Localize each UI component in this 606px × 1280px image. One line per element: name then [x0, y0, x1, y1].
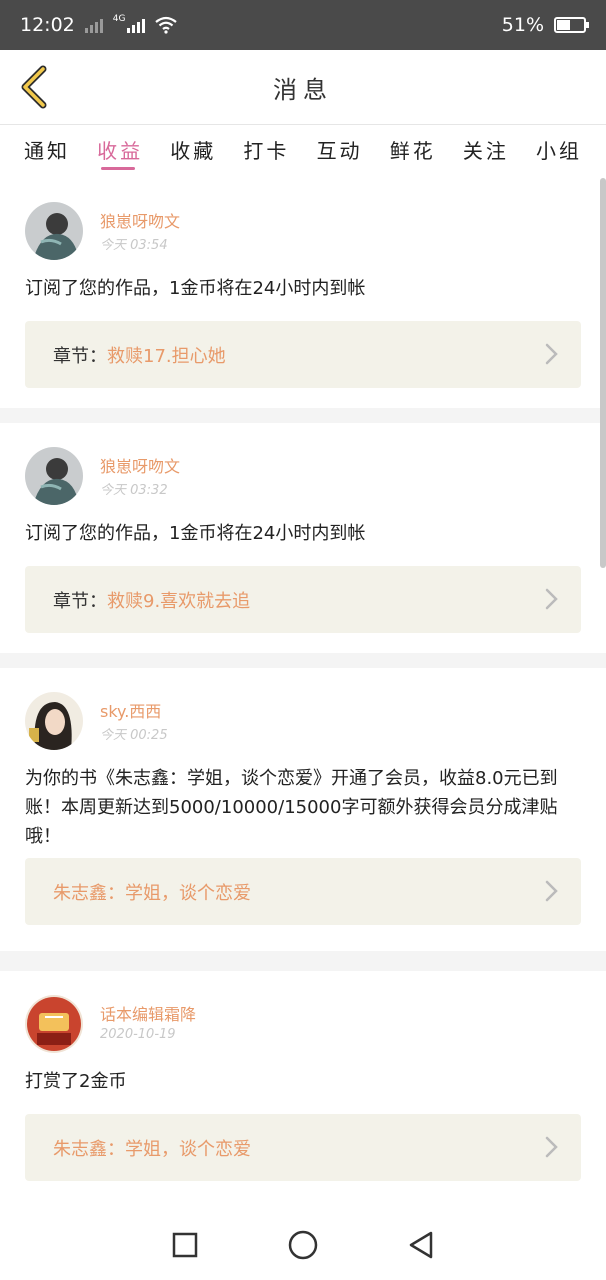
message-text: 为你的书《朱志鑫：学姐，谈个恋爱》开通了会员，收益8.0元已到账！本周更新达到5…: [25, 768, 558, 847]
tab-label: 互动: [316, 139, 363, 163]
link-title: 救赎9.喜欢就去追: [107, 590, 251, 612]
status-bar: 12:02 4G 51%: [0, 0, 606, 50]
message-card: 狼崽呀吻文今天 03:54 订阅了您的作品，1金币将在24小时内到帐章节： 救赎17…: [0, 178, 606, 408]
sender-name[interactable]: 话本编辑霜降: [100, 1001, 196, 1025]
active-tab-indicator: [101, 167, 136, 170]
tab-label: 收益: [97, 139, 144, 163]
linked-item[interactable]: 章节： 救赎9.喜欢就去追: [25, 566, 581, 633]
message-time: 今天 00:25: [100, 728, 168, 743]
battery-percent: 51%: [501, 14, 544, 36]
link-title: 救赎17.担心她: [107, 345, 226, 367]
tab-5[interactable]: 鲜花: [390, 125, 436, 178]
tab-label: 小组: [535, 139, 582, 163]
home-button[interactable]: [287, 1229, 319, 1261]
tab-label: 收藏: [170, 139, 217, 163]
sender-name[interactable]: 狼崽呀吻文: [100, 453, 180, 477]
chevron-right-icon: [545, 588, 558, 610]
tab-4[interactable]: 互动: [317, 125, 363, 178]
system-nav-bar: [0, 1210, 606, 1280]
chevron-right-icon: [545, 880, 558, 902]
tab-label: 通知: [24, 139, 70, 163]
tab-7[interactable]: 小组: [536, 125, 582, 178]
link-title: 朱志鑫：学姐，谈个恋爱: [53, 882, 251, 904]
tab-1[interactable]: 收益: [97, 125, 143, 178]
tab-2[interactable]: 收藏: [170, 125, 216, 178]
avatar[interactable]: [25, 202, 83, 260]
message-text: 订阅了您的作品，1金币将在24小时内到帐: [25, 278, 366, 299]
header: 消息: [0, 50, 606, 124]
message-text: 订阅了您的作品，1金币将在24小时内到帐: [25, 523, 366, 544]
tab-3[interactable]: 打卡: [243, 125, 289, 178]
message-card: 狼崽呀吻文今天 03:32 订阅了您的作品，1金币将在24小时内到帐章节： 救赎9.…: [0, 423, 606, 653]
message-time: 2020-10-19: [100, 1027, 176, 1042]
link-title: 朱志鑫：学姐，谈个恋爱: [53, 1138, 251, 1160]
scrollbar[interactable]: [600, 178, 606, 568]
message-card: sky.西西今天 00:25 为你的书《朱志鑫：学姐，谈个恋爱》开通了会员，收益8…: [0, 668, 606, 951]
tab-0[interactable]: 通知: [24, 125, 70, 178]
avatar[interactable]: [25, 995, 83, 1053]
message-card: 话本编辑霜降 2020-10-19 打赏了2金币朱志鑫：学姐，谈个恋爱: [0, 971, 606, 1210]
message-time: 今天 03:54: [100, 238, 168, 253]
recent-apps-button[interactable]: [171, 1231, 199, 1259]
message-time: 今天 03:32: [100, 483, 168, 498]
link-label: 章节：: [53, 590, 107, 612]
network-type: 4G: [112, 14, 126, 24]
avatar[interactable]: [25, 447, 83, 505]
sender-name[interactable]: 狼崽呀吻文: [100, 208, 180, 232]
battery-icon: [554, 17, 589, 33]
signal-icon-sim2: [127, 17, 146, 33]
wifi-icon: [155, 16, 178, 34]
tab-bar: 通知 收益 收藏 打卡 互动 鲜花 关注 小组: [0, 124, 606, 178]
message-text: 打赏了2金币: [25, 1071, 127, 1092]
tab-label: 打卡: [243, 139, 290, 163]
tab-label: 鲜花: [389, 139, 436, 163]
back-button[interactable]: [14, 64, 54, 110]
avatar[interactable]: [25, 692, 83, 750]
linked-item[interactable]: 朱志鑫：学姐，谈个恋爱: [25, 1114, 581, 1181]
chevron-right-icon: [545, 1136, 558, 1158]
tab-6[interactable]: 关注: [463, 125, 509, 178]
linked-item[interactable]: 朱志鑫：学姐，谈个恋爱: [25, 858, 581, 925]
link-label: 章节：: [53, 345, 107, 367]
message-list: 狼崽呀吻文 今天 03:54 订阅了您的作品，1金币将在24小时内到帐 章节： 救赎17…: [0, 178, 606, 1210]
signal-icon-sim1: [84, 17, 103, 33]
clock: 12:02: [20, 14, 75, 36]
sender-name[interactable]: sky.西西: [100, 698, 161, 722]
back-arrow-icon: [21, 65, 47, 109]
linked-item[interactable]: 章节： 救赎17.担心她: [25, 321, 581, 388]
page-title: 消息: [273, 75, 333, 104]
chevron-right-icon: [545, 343, 558, 365]
tab-label: 关注: [462, 139, 509, 163]
back-nav-button[interactable]: [407, 1230, 435, 1260]
